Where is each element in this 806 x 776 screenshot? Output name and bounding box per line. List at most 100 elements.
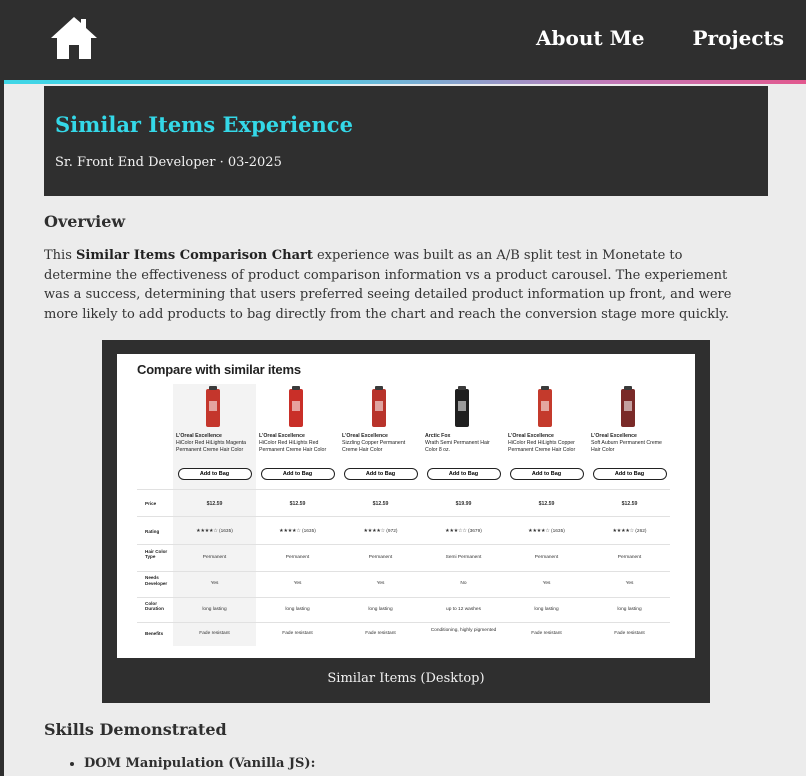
overview-paragraph: This Similar Items Comparison Chart expe… — [44, 246, 744, 324]
hair-color-bottle-icon — [538, 386, 552, 427]
add-to-bag-button[interactable]: Add to Bag — [592, 468, 667, 480]
table-cell: ★★★☆☆ (3679) — [445, 528, 482, 534]
product-brand: L'Oreal Excellence — [508, 433, 554, 439]
project-hero: Similar Items Experience Sr. Front End D… — [44, 86, 768, 196]
screenshot-figure: Compare with similar items L'Oreal Excel… — [102, 340, 710, 703]
table-cell: $12.59 — [289, 501, 306, 507]
nav-links: About Me Projects — [536, 26, 784, 50]
table-cell: long lasting — [617, 606, 642, 612]
table-cell: Fade resistant — [531, 631, 562, 636]
overview-bold-phrase: Similar Items Comparison Chart — [76, 248, 313, 263]
nav-link-about-me[interactable]: About Me — [536, 26, 644, 50]
product-name[interactable]: Wrath Semi Permanent Hair Color 8 oz. — [425, 440, 502, 468]
row-divider — [137, 544, 670, 545]
product-image[interactable] — [588, 384, 671, 430]
product-brand: L'Oreal Excellence — [176, 433, 222, 439]
figure-caption: Similar Items (Desktop) — [327, 671, 485, 686]
page-title: Similar Items Experience — [55, 112, 353, 137]
product-image[interactable] — [173, 384, 256, 430]
row-divider — [137, 571, 670, 572]
table-cell: ★★★★☆ (262) — [612, 528, 647, 534]
product-name[interactable]: HiColor Red HiLights Copper Permanent Cr… — [508, 440, 585, 468]
table-cell: Permanent — [368, 554, 393, 560]
chart-screenshot-title: Compare with similar items — [137, 362, 301, 377]
product-image[interactable] — [505, 384, 588, 430]
product-name[interactable]: HiColor Red HiLights Red Permanent Creme… — [259, 440, 336, 468]
hair-color-bottle-icon — [621, 386, 635, 427]
skills-list: DOM Manipulation (Vanilla JS): — [66, 756, 315, 771]
skills-heading: Skills Demonstrated — [44, 720, 227, 739]
add-to-bag-button[interactable]: Add to Bag — [260, 468, 335, 480]
product-name[interactable]: Sizzling Copper Permanent Creme Hair Col… — [342, 440, 419, 468]
table-cell: Yes — [210, 581, 219, 586]
left-edge-rule — [0, 0, 4, 776]
row-label: Hair Color Type — [145, 548, 168, 560]
product-name[interactable]: HiColor Red HiLights Magenta Permanent C… — [176, 440, 253, 468]
table-cell: $12.59 — [538, 501, 555, 507]
table-cell: long lasting — [368, 606, 393, 612]
product-brand: L'Oreal Excellence — [259, 433, 305, 439]
table-cell: Permanent — [285, 554, 310, 560]
table-cell: Permanent — [617, 554, 642, 560]
comparison-chart-screenshot: Compare with similar items L'Oreal Excel… — [117, 354, 695, 658]
table-cell: long lasting — [202, 606, 227, 612]
table-cell: ★★★★☆ (1635) — [528, 528, 565, 534]
overview-text-start: This — [44, 248, 77, 263]
overview-heading: Overview — [44, 212, 126, 231]
table-cell: long lasting — [285, 606, 310, 612]
table-cell: Yes — [542, 581, 551, 586]
product-column: L'Oreal Excellence Soft Auburn Permanent … — [588, 384, 671, 480]
nav-accent-bar — [4, 80, 806, 84]
add-to-bag-button[interactable]: Add to Bag — [509, 468, 584, 480]
row-divider — [137, 489, 670, 490]
table-cell: ★★★★☆ (1635) — [279, 528, 316, 534]
hair-color-bottle-icon — [206, 386, 220, 427]
add-to-bag-button[interactable]: Add to Bag — [426, 468, 501, 480]
product-brand: L'Oreal Excellence — [591, 433, 637, 439]
table-cell: $19.99 — [455, 501, 472, 507]
table-cell: long lasting — [534, 606, 559, 612]
table-cell: $12.59 — [372, 501, 389, 507]
product-column: Arctic Fox Wrath Semi Permanent Hair Colo… — [422, 384, 505, 480]
home-icon — [51, 17, 97, 59]
table-cell: Fade resistant — [199, 631, 230, 636]
table-cell: up to 12 washes — [446, 606, 481, 612]
hair-color-bottle-icon — [372, 386, 386, 427]
product-column: L'Oreal Excellence HiColor Red HiLights R… — [256, 384, 339, 480]
product-image[interactable] — [339, 384, 422, 430]
row-divider — [137, 516, 670, 517]
table-cell: ★★★★☆ (972) — [363, 528, 398, 534]
skill-item: DOM Manipulation (Vanilla JS): — [84, 756, 315, 771]
row-label: Price — [145, 501, 157, 506]
nav-link-projects[interactable]: Projects — [692, 26, 784, 50]
product-image[interactable] — [256, 384, 339, 430]
table-cell: Fade resistant — [282, 631, 313, 636]
table-cell: Yes — [625, 581, 634, 586]
table-cell: Conditioning, highly pigmented — [430, 628, 497, 633]
row-divider — [137, 622, 670, 623]
row-label: Rating — [145, 528, 160, 534]
table-cell: Yes — [293, 581, 302, 586]
add-to-bag-button[interactable]: Add to Bag — [343, 468, 418, 480]
product-brand: Arctic Fox — [425, 433, 451, 439]
table-cell: No — [460, 581, 467, 586]
row-label: Color Duration — [145, 600, 164, 612]
product-column: L'Oreal Excellence Sizzling Copper Perman… — [339, 384, 422, 480]
product-column: L'Oreal Excellence HiColor Red HiLights M… — [173, 384, 256, 480]
add-to-bag-button[interactable]: Add to Bag — [177, 468, 252, 480]
role-date-subtitle: Sr. Front End Developer · 03-2025 — [55, 155, 282, 170]
table-cell: Fade resistant — [365, 631, 396, 636]
table-cell: $12.59 — [206, 501, 223, 507]
row-divider — [137, 597, 670, 598]
product-name[interactable]: Soft Auburn Permanent Creme Hair Color — [591, 440, 668, 468]
row-label: Needs Developer — [145, 575, 168, 586]
product-column: L'Oreal Excellence HiColor Red HiLights C… — [505, 384, 588, 480]
hair-color-bottle-icon — [455, 386, 469, 427]
product-brand: L'Oreal Excellence — [342, 433, 388, 439]
row-label: Benefits — [145, 631, 164, 636]
table-cell: $12.59 — [621, 501, 638, 507]
product-image[interactable] — [422, 384, 505, 430]
hair-color-bottle-icon — [289, 386, 303, 427]
home-button[interactable] — [48, 14, 100, 62]
table-cell: Fade resistant — [614, 631, 645, 636]
